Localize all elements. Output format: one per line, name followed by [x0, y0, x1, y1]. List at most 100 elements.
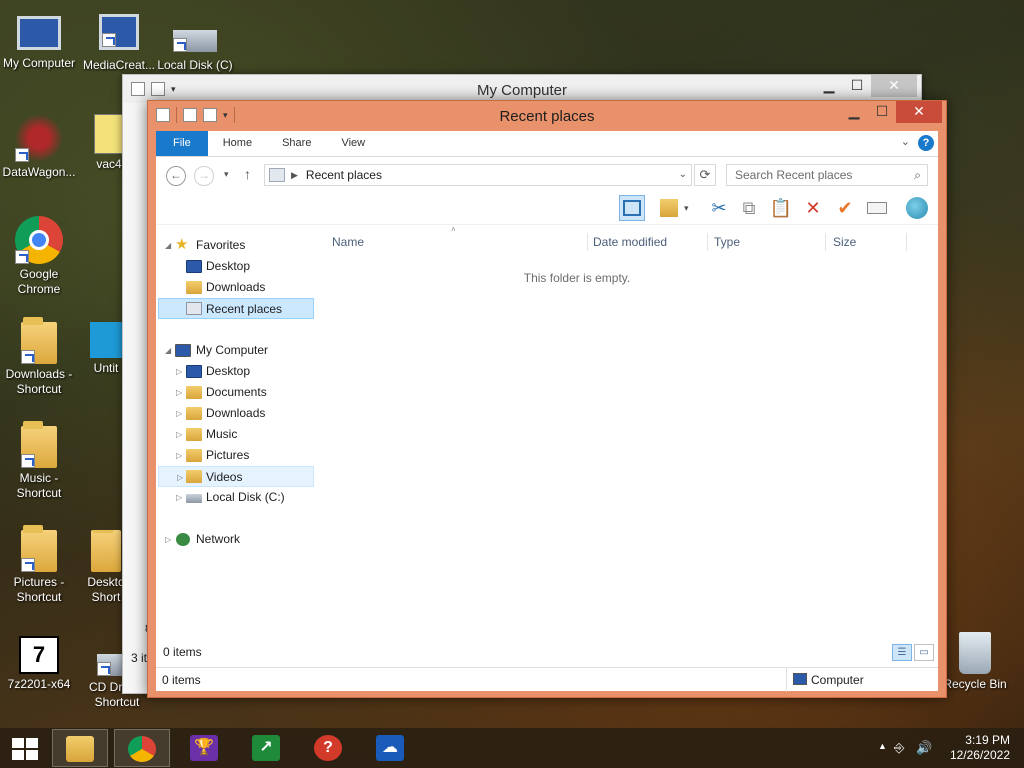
expand-chevron-icon[interactable]: ▷ — [177, 467, 183, 488]
music-folder-icon — [21, 421, 57, 468]
minimize-button[interactable]: ▁ — [840, 101, 868, 123]
volume-icon[interactable]: 🔊 — [916, 740, 932, 756]
clock[interactable]: 3:19 PM 12/26/2022 — [950, 733, 1010, 763]
collapse-chevron-icon[interactable]: ◢ — [165, 235, 171, 256]
minimize-button[interactable]: ▁ — [815, 75, 843, 97]
maximize-button[interactable]: ☐ — [868, 101, 896, 123]
rename-button[interactable]: ✔ — [832, 195, 858, 221]
desktop-icon-local-disk[interactable]: Local Disk (C) — [156, 10, 234, 73]
copy-button[interactable]: ⧉ — [736, 195, 762, 221]
search-icon[interactable]: ⌕ — [914, 168, 921, 183]
large-icons-view-button[interactable]: ▭ — [914, 644, 934, 661]
column-header-date-modified[interactable]: Date modified — [593, 235, 667, 249]
nav-network[interactable]: ▷ Network — [158, 529, 314, 550]
maximize-button[interactable]: ☐ — [843, 75, 871, 97]
column-divider[interactable] — [707, 233, 708, 251]
desktop-icon-untitled[interactable]: Untit — [86, 322, 126, 376]
breadcrumb-location[interactable]: Recent places — [306, 168, 382, 182]
nav-computer-desktop[interactable]: ▷ Desktop — [158, 361, 314, 382]
desktop-icon-google-chrome[interactable]: Google Chrome — [0, 216, 78, 297]
nav-computer-local-disk[interactable]: ▷ Local Disk (C:) — [158, 487, 314, 508]
nav-favorites-recent-places[interactable]: Recent places — [158, 298, 314, 319]
nav-computer-documents[interactable]: ▷ Documents — [158, 382, 314, 403]
desktop-icon-mediacreation[interactable]: MediaCreat... — [80, 10, 158, 73]
chevron-down-icon[interactable]: ▾ — [684, 203, 689, 214]
collapse-chevron-icon[interactable]: ◢ — [165, 340, 171, 361]
desktop-icon-downloads-shortcut[interactable]: Downloads - Shortcut — [0, 317, 78, 397]
tab-view[interactable]: View — [326, 131, 380, 156]
column-header-size[interactable]: Size — [833, 235, 856, 249]
desktop-icon-pictures-shortcut[interactable]: Pictures - Shortcut — [0, 525, 78, 605]
nav-computer-music[interactable]: ▷ Music — [158, 424, 314, 445]
recent-locations-chevron-icon[interactable]: ▾ — [224, 169, 229, 180]
expand-chevron-icon[interactable]: ▷ — [176, 424, 182, 445]
desktop-icon-datawagon[interactable]: DataWagon... — [0, 114, 78, 180]
start-button[interactable] — [12, 738, 38, 760]
recent-places-window[interactable]: ▾ Recent places ▁ ☐ ✕ File Home Share Vi… — [147, 100, 947, 698]
back-button[interactable]: ← — [166, 166, 186, 186]
preview-pane-button[interactable] — [619, 195, 645, 221]
delete-button[interactable]: ✕ — [800, 195, 826, 221]
properties-button[interactable] — [656, 195, 682, 221]
desktop-icon-music-shortcut[interactable]: Music - Shortcut — [0, 421, 78, 501]
tab-share[interactable]: Share — [267, 131, 326, 156]
column-divider[interactable] — [825, 233, 826, 251]
desktop-icon-desktop-shortcut[interactable]: Deskto Short — [86, 530, 126, 605]
taskbar-help-app[interactable]: ? — [300, 729, 356, 767]
nav-favorites[interactable]: ◢ ★ Favorites — [158, 235, 314, 256]
close-button[interactable]: ✕ — [871, 75, 917, 97]
address-history-chevron-icon[interactable]: ⌄ — [679, 169, 687, 180]
forward-button[interactable]: → — [194, 166, 214, 186]
desktop-icon-my-computer[interactable]: My Computer — [0, 10, 78, 71]
up-button[interactable]: ↑ — [244, 166, 251, 182]
nav-computer-pictures[interactable]: ▷ Pictures — [158, 445, 314, 466]
help-icon[interactable]: ? — [918, 135, 934, 151]
taskbar-google-chrome[interactable] — [114, 729, 170, 767]
desktop-icon — [186, 260, 202, 273]
taskbar-trophy-app[interactable]: 🏆 — [176, 729, 232, 767]
datawagon-icon — [15, 114, 63, 162]
window-titlebar[interactable]: ▾ Recent places ▁ ☐ ✕ — [148, 101, 946, 131]
pictures-folder-icon — [21, 525, 57, 572]
search-input[interactable] — [727, 165, 897, 185]
select-button[interactable] — [864, 195, 890, 221]
column-divider[interactable] — [587, 233, 588, 251]
window-titlebar[interactable]: ▾ My Computer ▁ ☐ ✕ — [123, 75, 921, 103]
cut-button[interactable]: ✂ — [706, 195, 732, 221]
expand-chevron-icon[interactable]: ▷ — [176, 361, 182, 382]
expand-chevron-icon[interactable]: ▷ — [165, 529, 171, 550]
column-divider[interactable] — [906, 233, 907, 251]
nav-computer-videos[interactable]: ▷ Videos — [158, 466, 314, 487]
expand-chevron-icon[interactable]: ▷ — [176, 445, 182, 466]
taskbar-finance-app[interactable]: ↗ — [238, 729, 294, 767]
file-list[interactable]: ˄ Name Date modified Type Size This fold… — [316, 225, 938, 669]
tab-home[interactable]: Home — [208, 131, 267, 156]
expand-chevron-icon[interactable]: ▷ — [176, 403, 182, 424]
nav-computer-downloads[interactable]: ▷ Downloads — [158, 403, 314, 424]
close-button[interactable]: ✕ — [896, 101, 942, 123]
column-header-name[interactable]: Name — [332, 235, 364, 249]
network-status-icon[interactable]: ⎆ — [894, 740, 904, 756]
show-hidden-icons-icon[interactable]: ▲ — [878, 741, 887, 751]
expand-chevron-icon[interactable]: ▷ — [176, 382, 182, 403]
window-status-bar: 0 items Computer — [156, 667, 938, 692]
details-view-button[interactable]: ☰ — [892, 644, 912, 661]
desktop-icon-recycle-bin[interactable]: Recycle Bin — [936, 632, 1014, 692]
desktop-icon-label: MediaCreat... — [82, 58, 156, 72]
network-button[interactable] — [904, 195, 930, 221]
breadcrumb-chevron-icon[interactable]: ▶ — [291, 170, 298, 181]
archive-icon — [94, 114, 124, 154]
nav-my-computer[interactable]: ◢ My Computer — [158, 340, 314, 361]
expand-chevron-icon[interactable]: ▷ — [176, 487, 182, 508]
taskbar-file-explorer[interactable] — [52, 729, 108, 767]
address-bar[interactable]: ▶ Recent places ⌄ — [264, 164, 692, 186]
videos-folder-icon — [186, 470, 202, 483]
tab-file[interactable]: File — [156, 131, 208, 156]
search-box[interactable]: ⌕ — [726, 164, 928, 186]
column-header-type[interactable]: Type — [714, 235, 740, 249]
refresh-button[interactable]: ⟳ — [694, 164, 716, 186]
desktop-icon-7z2201[interactable]: 7 7z2201-x64 — [0, 636, 78, 692]
paste-button[interactable]: 📋 — [768, 195, 794, 221]
taskbar-onedrive[interactable]: ☁ — [362, 729, 418, 767]
expand-ribbon-icon[interactable]: ⌄ — [901, 135, 910, 148]
